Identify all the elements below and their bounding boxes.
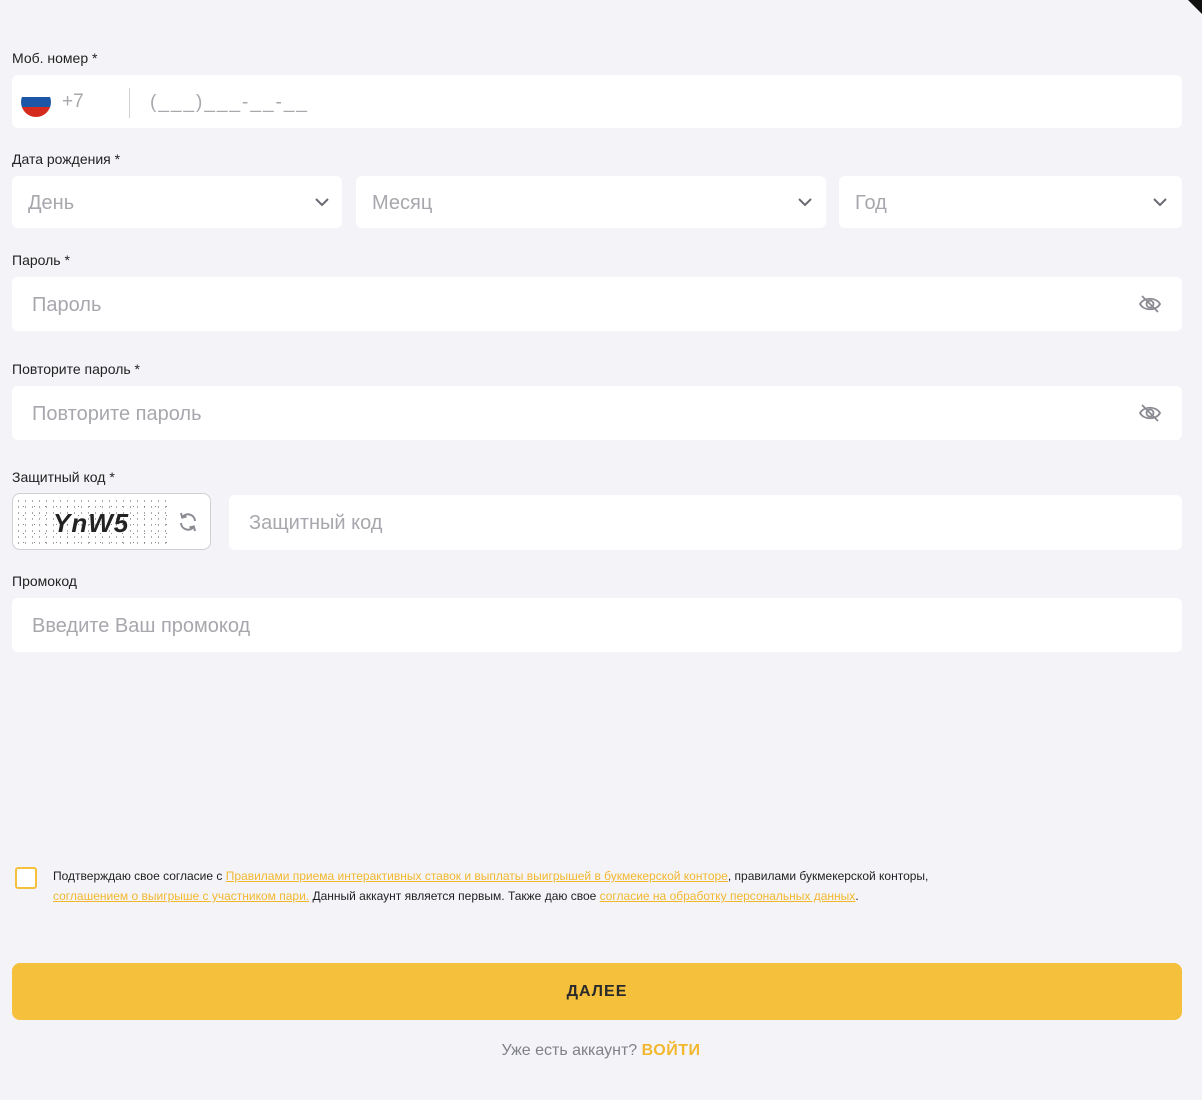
promo-input[interactable]: Введите Ваш промокод [32, 615, 250, 638]
captcha-field[interactable]: Защитный код [229, 495, 1182, 550]
consent-text-part: , правилами букмекерской конторы, [727, 869, 929, 883]
password-label: Пароль * [12, 252, 70, 268]
promo-label: Промокод [12, 573, 77, 589]
next-button[interactable]: ДАЛЕЕ [12, 963, 1182, 1020]
repeat-password-field[interactable]: Повторите пароль [12, 386, 1182, 440]
phone-input[interactable]: (___)___-__-__ [150, 92, 309, 114]
window-corner [1188, 0, 1202, 14]
russia-flag-icon[interactable] [21, 87, 51, 117]
captcha-code: YnW5 [53, 508, 130, 538]
login-link[interactable]: ВОЙТИ [642, 1042, 701, 1059]
login-prompt: Уже есть аккаунт? ВОЙТИ [0, 1042, 1202, 1060]
eye-off-icon[interactable] [1138, 294, 1162, 314]
consent-text-part: . [855, 889, 859, 903]
phone-field[interactable]: +7 (___)___-__-__ [12, 75, 1182, 128]
agreement-link[interactable]: соглашением о выигрыше с участником пари… [53, 889, 309, 903]
consent-checkbox[interactable] [15, 867, 37, 889]
year-select[interactable]: Год [839, 176, 1182, 228]
captcha-image: YnW5 [15, 498, 170, 545]
birthdate-label: Дата рождения * [12, 151, 121, 167]
password-input[interactable]: Пароль [32, 294, 101, 317]
repeat-password-input[interactable]: Повторите пароль [32, 403, 202, 426]
refresh-icon[interactable] [176, 510, 200, 534]
captcha-label: Защитный код * [12, 469, 115, 485]
personal-data-link[interactable]: согласие на обработку персональных данны… [600, 889, 856, 903]
chevron-down-icon [315, 198, 329, 207]
chevron-down-icon [1153, 198, 1167, 207]
day-select[interactable]: День [12, 176, 342, 228]
month-select[interactable]: Месяц [356, 176, 826, 228]
phone-label: Моб. номер * [12, 50, 98, 66]
consent-text-part: Подтверждаю свое согласие с [53, 869, 226, 883]
phone-divider [129, 88, 130, 118]
password-field[interactable]: Пароль [12, 277, 1182, 331]
promo-field[interactable]: Введите Ваш промокод [12, 598, 1182, 652]
rules-link[interactable]: Правилами приема интерактивных ставок и … [226, 869, 728, 883]
chevron-down-icon [798, 198, 812, 207]
day-select-value: День [28, 192, 75, 214]
consent-text: Подтверждаю свое согласие с Правилами пр… [53, 866, 1163, 906]
repeat-password-label: Повторите пароль * [12, 361, 140, 377]
month-select-value: Месяц [372, 192, 433, 214]
login-question: Уже есть аккаунт? [501, 1042, 638, 1059]
consent-text-part: Данный аккаунт является первым. Также да… [309, 889, 600, 903]
country-code[interactable]: +7 [62, 91, 84, 113]
captcha-input[interactable]: Защитный код [249, 512, 382, 535]
eye-off-icon[interactable] [1138, 403, 1162, 423]
captcha-box: YnW5 [12, 493, 211, 550]
year-select-value: Год [855, 192, 887, 214]
